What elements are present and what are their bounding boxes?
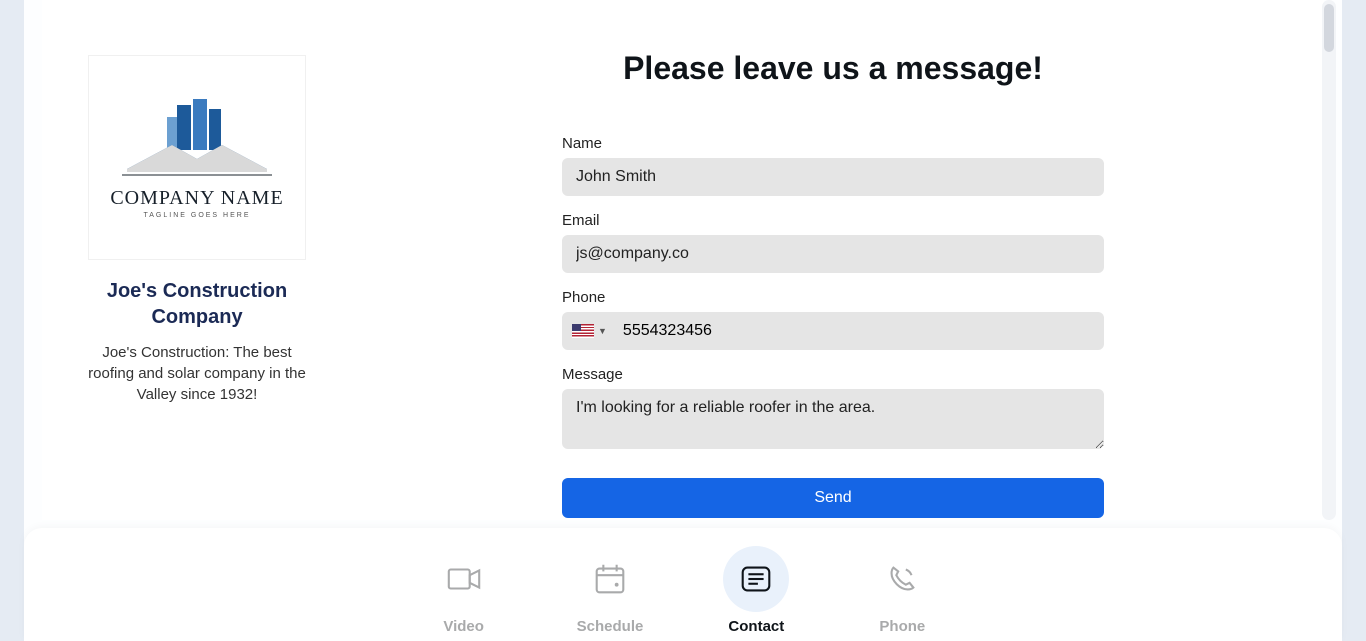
nav-phone-label: Phone [879, 618, 925, 635]
name-label: Name [562, 135, 1104, 152]
video-icon [445, 560, 483, 598]
nav-video[interactable]: Video [431, 546, 497, 635]
company-description: Joe's Construction: The best roofing and… [87, 342, 307, 405]
main-card: COMPANY NAME TAGLINE GOES HERE Joe's Con… [42, 0, 1324, 520]
nav-video-label: Video [443, 618, 484, 635]
nav-contact-label: Contact [728, 618, 784, 635]
name-input[interactable] [562, 158, 1104, 196]
scrollbar-thumb[interactable] [1324, 4, 1334, 52]
chevron-down-icon: ▼ [598, 326, 607, 336]
contact-form-panel: Please leave us a message! Name Email Ph… [352, 0, 1324, 520]
us-flag-icon [572, 324, 594, 338]
company-logo: COMPANY NAME TAGLINE GOES HERE [88, 55, 306, 260]
nav-schedule[interactable]: Schedule [577, 546, 644, 635]
nav-phone[interactable]: Phone [869, 546, 935, 635]
bottom-nav: Video Schedule [24, 528, 1342, 641]
company-name: Joe's Construction Company [87, 278, 307, 330]
phone-label: Phone [562, 289, 1104, 306]
nav-contact[interactable]: Contact [723, 546, 789, 635]
phone-input[interactable] [613, 312, 1104, 350]
buildings-icon [117, 97, 277, 187]
phone-input-group: ▼ [562, 312, 1104, 350]
phone-icon [883, 560, 921, 598]
form-title: Please leave us a message! [562, 50, 1104, 87]
calendar-icon [591, 560, 629, 598]
logo-text: COMPANY NAME [110, 187, 283, 210]
scrollbar[interactable] [1322, 0, 1336, 520]
logo-tagline: TAGLINE GOES HERE [144, 212, 251, 219]
nav-schedule-label: Schedule [577, 618, 644, 635]
email-label: Email [562, 212, 1104, 229]
country-code-dropdown[interactable]: ▼ [572, 316, 613, 346]
message-textarea[interactable] [562, 389, 1104, 449]
message-icon [737, 560, 775, 598]
email-input[interactable] [562, 235, 1104, 273]
message-label: Message [562, 366, 1104, 383]
send-button[interactable]: Send [562, 478, 1104, 518]
company-sidebar: COMPANY NAME TAGLINE GOES HERE Joe's Con… [42, 0, 352, 520]
